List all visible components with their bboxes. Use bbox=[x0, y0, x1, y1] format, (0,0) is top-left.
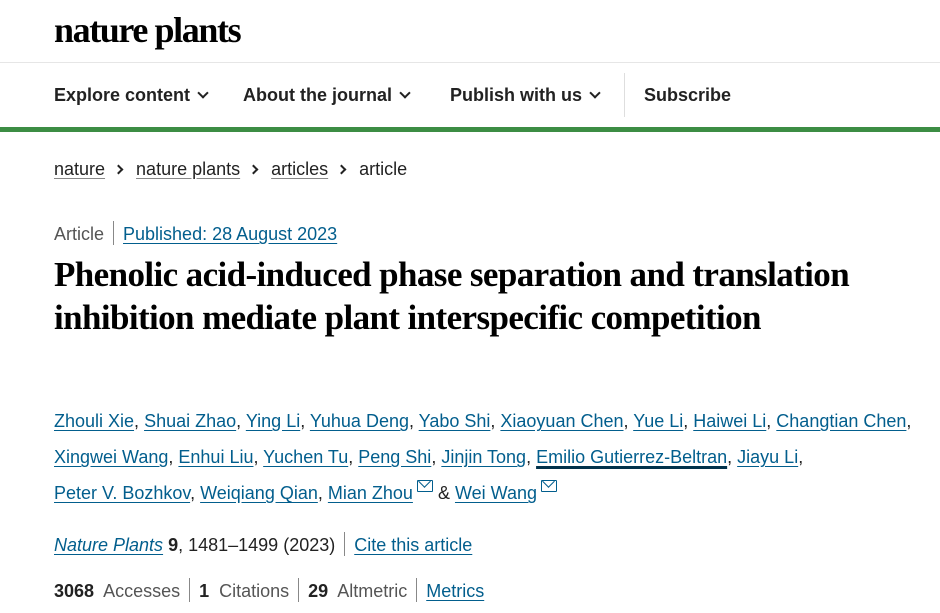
metrics-link[interactable]: Metrics bbox=[426, 581, 484, 601]
author-link[interactable]: Jiayu Li bbox=[737, 447, 798, 467]
journal-logo[interactable]: nature plants bbox=[54, 8, 242, 52]
site-header: nature plants bbox=[0, 0, 940, 63]
subscribe-link[interactable]: Subscribe bbox=[644, 63, 731, 127]
published-date[interactable]: Published: 28 August 2023 bbox=[123, 224, 337, 244]
altmetric-label: Altmetric bbox=[337, 581, 408, 601]
author-link[interactable]: Ying Li bbox=[246, 411, 300, 431]
author-link[interactable]: Yuchen Tu bbox=[263, 447, 348, 467]
nav-publish-with-us[interactable]: Publish with us bbox=[450, 63, 601, 127]
author-link-highlighted[interactable]: Emilio Gutierrez-Beltran bbox=[536, 447, 727, 467]
author-amp: & bbox=[437, 483, 450, 503]
nav-label: Explore content bbox=[54, 85, 191, 105]
author-link[interactable]: Zhouli Xie bbox=[54, 411, 134, 431]
divider bbox=[344, 532, 346, 557]
author-link[interactable]: Yuhua Deng bbox=[310, 411, 409, 431]
author-link[interactable]: Wei Wang bbox=[455, 483, 537, 503]
author-link[interactable]: Xingwei Wang bbox=[54, 447, 168, 467]
author-link[interactable]: Haiwei Li bbox=[693, 411, 766, 431]
author-link[interactable]: Yabo Shi bbox=[419, 411, 491, 431]
main-nav: Explore content About the journal Publis… bbox=[0, 63, 940, 127]
citation-line: Nature Plants 9, 1481–1499 (2023) Cite th… bbox=[54, 530, 472, 560]
nav-label: Publish with us bbox=[450, 85, 583, 105]
breadcrumb-nature[interactable]: nature bbox=[54, 159, 105, 179]
envelope-icon[interactable] bbox=[416, 480, 433, 492]
chevron-down-icon bbox=[589, 87, 601, 99]
nav-about-journal[interactable]: About the journal bbox=[243, 63, 411, 127]
author-link[interactable]: Shuai Zhao bbox=[144, 411, 236, 431]
author-link[interactable]: Peter V. Bozhkov bbox=[54, 483, 190, 503]
envelope-icon[interactable] bbox=[541, 480, 557, 492]
divider bbox=[298, 578, 300, 603]
author-link[interactable]: Mian Zhou bbox=[328, 483, 413, 503]
author-link[interactable]: Changtian Chen bbox=[776, 411, 906, 431]
breadcrumb-nature-plants[interactable]: nature plants bbox=[136, 159, 240, 179]
breadcrumb-articles[interactable]: articles bbox=[271, 159, 328, 179]
citations-label: Citations bbox=[219, 581, 290, 601]
accesses-count: 3068 bbox=[54, 581, 95, 601]
divider bbox=[189, 578, 191, 603]
article-meta: Article Published: 28 August 2023 bbox=[54, 220, 337, 248]
chevron-down-icon bbox=[399, 87, 411, 99]
author-link[interactable]: Peng Shi bbox=[358, 447, 431, 467]
cite-this-article-link[interactable]: Cite this article bbox=[354, 535, 472, 555]
volume: 9 bbox=[168, 535, 179, 555]
accent-rule bbox=[0, 127, 940, 132]
breadcrumb: nature nature plants articles article bbox=[54, 155, 407, 183]
author-link[interactable]: Jinjin Tong bbox=[441, 447, 526, 467]
article-title: Phenolic acid-induced phase separation a… bbox=[54, 255, 850, 337]
breadcrumb-current: article bbox=[359, 159, 408, 179]
citations-count: 1 bbox=[199, 581, 210, 601]
nav-label: About the journal bbox=[243, 85, 392, 105]
chevron-down-icon bbox=[197, 87, 209, 99]
author-link[interactable]: Enhui Liu bbox=[178, 447, 253, 467]
author-list: Zhouli Xie, Shuai Zhao, Ying Li, Yuhua D… bbox=[54, 411, 912, 503]
accesses-label: Accesses bbox=[103, 581, 181, 601]
author-link[interactable]: Yue Li bbox=[633, 411, 683, 431]
article-metrics: 3068 Accesses 1 Citations 29 Altmetric Metr… bbox=[54, 576, 484, 606]
chevron-right-icon bbox=[336, 164, 347, 175]
journal-link[interactable]: Nature Plants bbox=[54, 535, 163, 555]
author-link[interactable]: Xiaoyuan Chen bbox=[500, 411, 623, 431]
divider bbox=[113, 221, 115, 246]
altmetric-count: 29 bbox=[308, 581, 329, 601]
article-type: Article bbox=[54, 224, 105, 244]
author-link[interactable]: Weiqiang Qian bbox=[200, 483, 318, 503]
chevron-right-icon bbox=[248, 164, 259, 175]
nav-divider bbox=[624, 73, 625, 117]
chevron-right-icon bbox=[113, 164, 124, 175]
pages-year: , 1481–1499 (2023) bbox=[178, 535, 336, 555]
nav-explore-content[interactable]: Explore content bbox=[54, 63, 209, 127]
divider bbox=[416, 578, 418, 603]
